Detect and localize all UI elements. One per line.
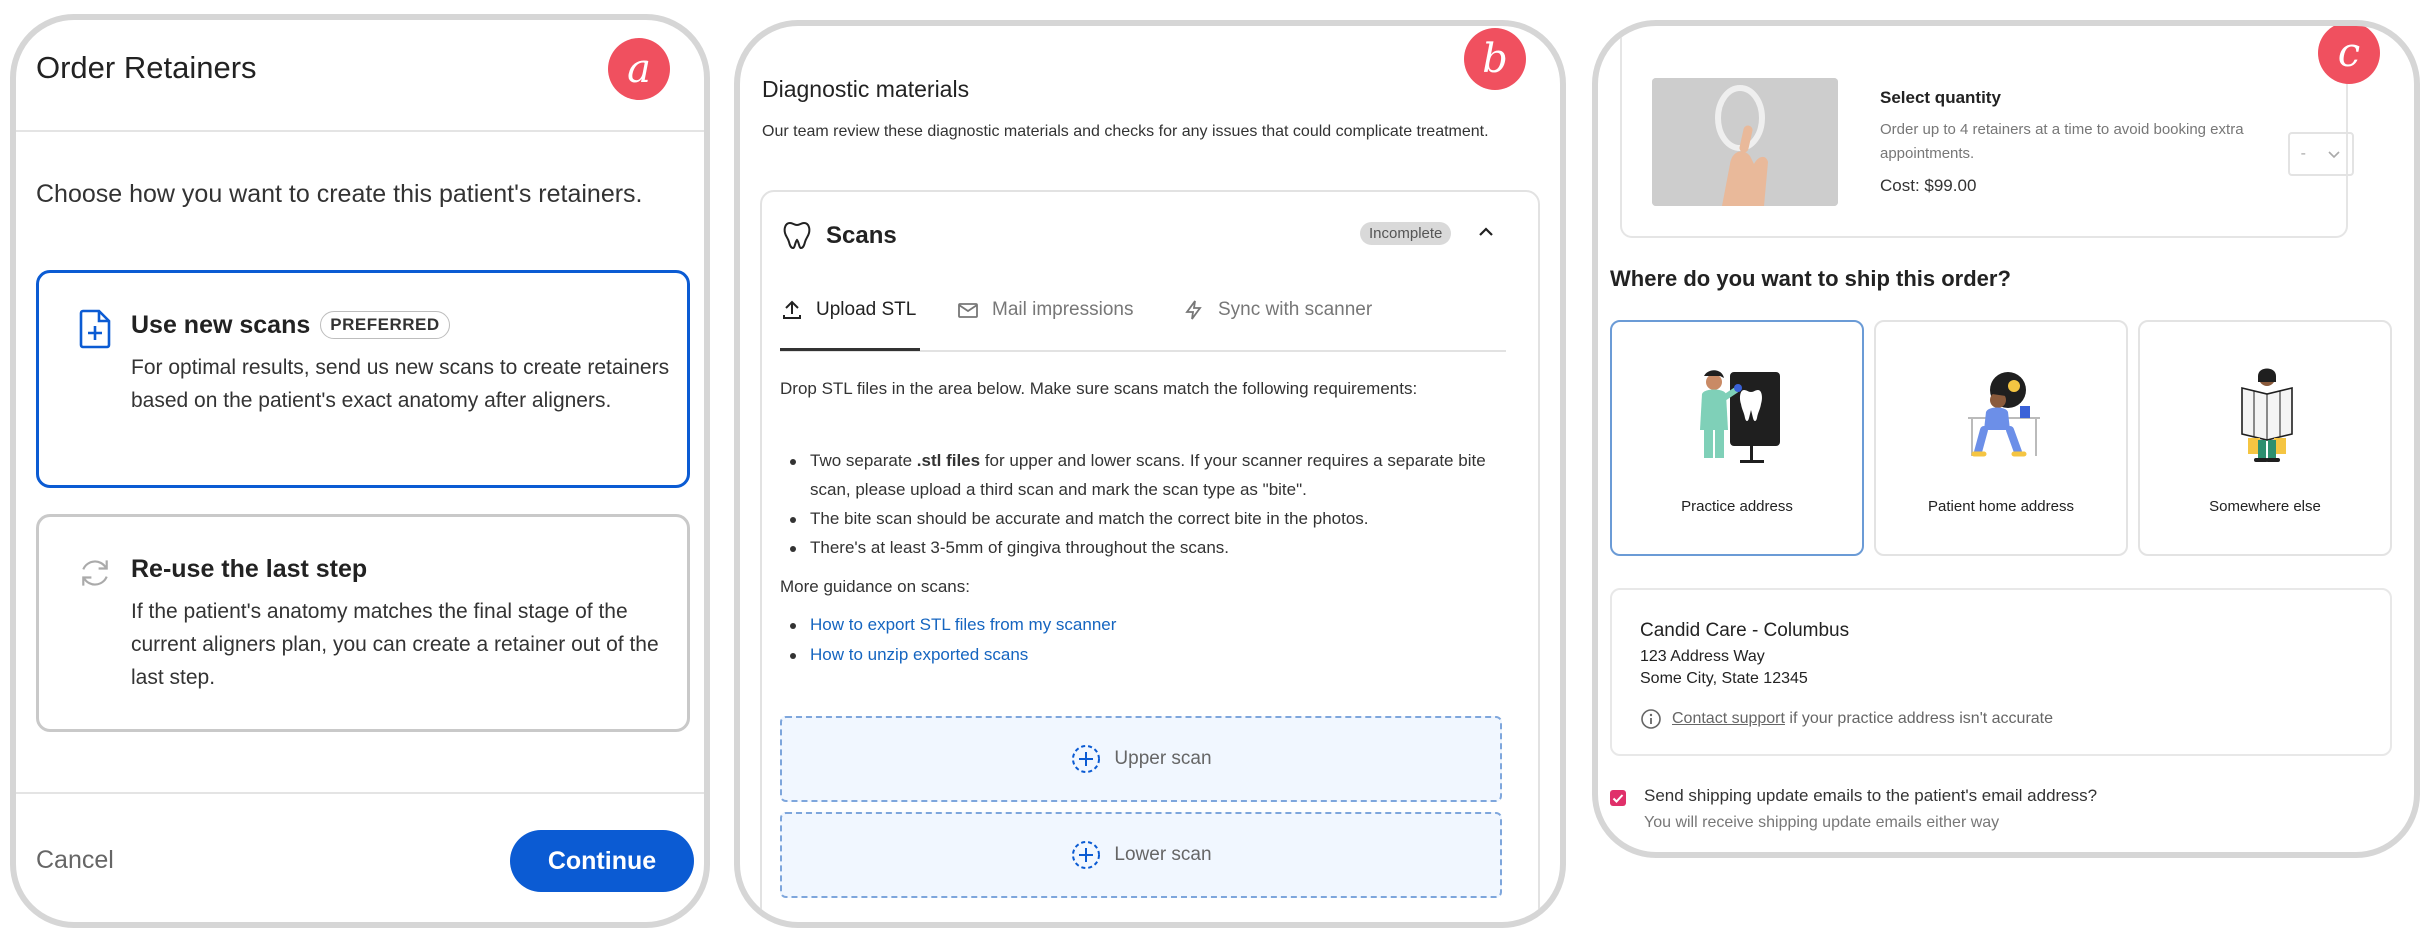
- ship-option-patient-home[interactable]: Patient home address: [1874, 320, 2128, 556]
- upper-scan-dropzone[interactable]: Upper scan: [780, 716, 1502, 802]
- checkbox-label: Send shipping update emails to the patie…: [1644, 786, 2098, 805]
- list-item: There's at least 3-5mm of gingiva throug…: [780, 533, 1510, 562]
- tooth-icon: [783, 221, 811, 250]
- mail-icon: [958, 303, 978, 318]
- page-title: Order Retainers: [36, 50, 257, 85]
- list-item: How to unzip exported scans: [780, 640, 1116, 670]
- panel-header: Order Retainers a: [16, 20, 704, 132]
- lower-scan-dropzone[interactable]: Lower scan: [780, 812, 1502, 898]
- address-note-text: if your practice address isn't accurate: [1784, 710, 2054, 727]
- panel-label-badge: c: [2318, 26, 2380, 84]
- quantity-description: Order up to 4 retainers at a time to avo…: [1880, 121, 2244, 162]
- section-description: Our team review these diagnostic materia…: [762, 123, 1489, 140]
- scans-title: Scans: [826, 222, 897, 249]
- retainer-photo: [1652, 78, 1838, 206]
- tab-label: Upload STL: [816, 299, 917, 320]
- quantity-select[interactable]: -: [2288, 132, 2354, 176]
- upload-icon: [783, 300, 801, 319]
- option-description: If the patient's anatomy matches the fin…: [131, 600, 659, 689]
- add-circle-icon: [1072, 841, 1101, 869]
- tab-label: Sync with scanner: [1218, 299, 1373, 320]
- list-item: The bite scan should be accurate and mat…: [780, 504, 1510, 533]
- contact-support-link[interactable]: Contact support: [1672, 710, 1785, 727]
- person-with-map-illustration: [2241, 368, 2293, 462]
- ship-option-practice[interactable]: Practice address: [1610, 320, 1864, 556]
- chevron-down-icon: [2328, 151, 2340, 159]
- select-value: -: [2300, 145, 2306, 162]
- ship-option-somewhere-else[interactable]: Somewhere else: [2138, 320, 2392, 556]
- add-circle-icon: [1072, 745, 1101, 773]
- scan-method-tabs: Upload STL Mail impressions Sync with sc…: [780, 288, 1506, 352]
- active-tab-indicator: [780, 348, 920, 351]
- option-title: Use new scans PREFERRED: [131, 311, 450, 340]
- dropzone-label: Lower scan: [1114, 844, 1212, 865]
- unzip-scans-link[interactable]: How to unzip exported scans: [810, 645, 1028, 664]
- refresh-icon: [82, 560, 108, 586]
- option-use-new-scans[interactable]: Use new scans PREFERRED For optimal resul…: [36, 270, 690, 488]
- ship-option-label: Patient home address: [1928, 498, 2074, 515]
- ship-option-label: Somewhere else: [2209, 498, 2321, 515]
- patient-at-home-illustration: [1968, 372, 2040, 457]
- list-item: How to export STL files from my scanner: [780, 610, 1116, 640]
- shipping-panel: Select quantity Order up to 4 retainers …: [1592, 20, 2420, 858]
- dropzone-label: Upper scan: [1114, 748, 1212, 769]
- option-title: Re-use the last step: [131, 555, 368, 583]
- option-description: For optimal results, send us new scans t…: [131, 356, 670, 412]
- checkmark-icon: [1612, 794, 1624, 803]
- status-badge: Incomplete: [1360, 222, 1452, 245]
- guidance-links: How to export STL files from my scanner …: [780, 610, 1116, 670]
- panel-label-badge: a: [608, 38, 670, 100]
- scans-card: Scans Incomplete Upload STL Mail impress…: [760, 190, 1540, 922]
- tab-sync-with-scanner[interactable]: Sync with scanner: [1182, 298, 1372, 322]
- option-reuse-last-step[interactable]: Re-use the last step If the patient's an…: [36, 514, 690, 732]
- chevron-up-icon[interactable]: [1476, 222, 1496, 242]
- drop-instructions: Drop STL files in the area below. Make s…: [780, 379, 1418, 398]
- practice-name: Candid Care - Columbus: [1640, 620, 1850, 641]
- dentist-illustration: [1700, 370, 1780, 463]
- section-title: Diagnostic materials: [762, 76, 970, 102]
- address-card: Candid Care - Columbus 123 Address Way S…: [1610, 588, 2392, 756]
- shipping-email-checkbox[interactable]: [1610, 790, 1626, 806]
- info-icon: [1641, 709, 1661, 729]
- quantity-title: Select quantity: [1880, 88, 2001, 107]
- address-line-2: Some City, State 12345: [1640, 670, 1808, 687]
- continue-button[interactable]: Continue: [510, 830, 694, 892]
- requirements-list: Two separate .stl files for upper and lo…: [780, 446, 1510, 562]
- tab-label: Mail impressions: [992, 299, 1134, 320]
- ship-question: Where do you want to ship this order?: [1610, 266, 2011, 291]
- tab-mail-impressions[interactable]: Mail impressions: [956, 298, 1133, 322]
- file-add-icon: [79, 309, 111, 349]
- panel-footer: Cancel Continue: [16, 792, 704, 922]
- list-item: Two separate .stl files for upper and lo…: [780, 446, 1510, 504]
- address-note: Contact support if your practice address…: [1640, 708, 2053, 730]
- quantity-card: Select quantity Order up to 4 retainers …: [1620, 26, 2354, 238]
- ship-option-label: Practice address: [1681, 498, 1793, 515]
- checkbox-hint: You will receive shipping update emails …: [1644, 814, 2000, 831]
- address-line-1: 123 Address Way: [1640, 648, 1765, 665]
- intro-text: Choose how you want to create this patie…: [36, 180, 643, 208]
- cost-value: Cost: $99.00: [1880, 176, 1977, 195]
- guidance-title: More guidance on scans:: [780, 577, 970, 596]
- export-stl-link[interactable]: How to export STL files from my scanner: [810, 615, 1116, 634]
- lightning-icon: [1185, 300, 1202, 320]
- diagnostic-materials-panel: b Diagnostic materials Our team review t…: [734, 20, 1566, 928]
- panel-label-badge: b: [1464, 28, 1526, 90]
- tab-upload-stl[interactable]: Upload STL: [780, 298, 916, 322]
- preferred-badge: PREFERRED: [320, 311, 450, 339]
- order-retainers-panel: Order Retainers a Choose how you want to…: [10, 14, 710, 928]
- retainer-image: [1652, 78, 1838, 206]
- cancel-button[interactable]: Cancel: [36, 846, 114, 875]
